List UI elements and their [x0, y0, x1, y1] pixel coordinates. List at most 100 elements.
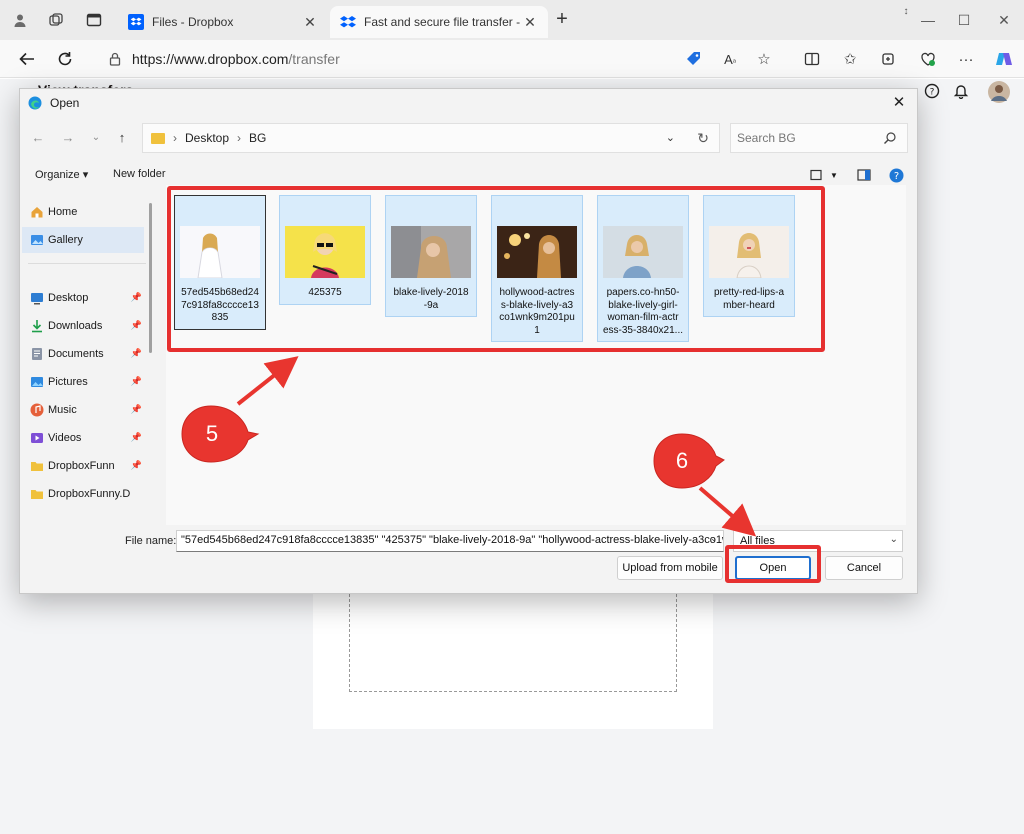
sidebar-item-label: Gallery [48, 234, 83, 246]
up-icon[interactable]: ↑ [112, 127, 132, 147]
sidebar-item-home[interactable]: Home [22, 199, 144, 225]
cancel-button[interactable]: Cancel [825, 556, 903, 580]
folder-icon [31, 462, 43, 471]
pin-icon: 📌 [130, 432, 142, 442]
resize-icon: ↕ [903, 6, 909, 17]
documents-icon [32, 348, 42, 360]
home-icon [31, 207, 43, 218]
pin-icon: 📌 [130, 376, 142, 386]
favorites-icon[interactable]: ✩ [840, 49, 860, 69]
close-tab-icon[interactable]: ✕ [302, 14, 318, 31]
sidebar-item-label: Documents [48, 348, 104, 360]
copilot-icon[interactable] [994, 49, 1014, 69]
favorite-star-icon[interactable]: ☆ [754, 49, 774, 69]
workspaces-icon[interactable] [46, 10, 66, 30]
more-icon[interactable]: ··· [956, 49, 976, 69]
sidebar-item-label: Desktop [48, 292, 89, 304]
back-icon[interactable] [16, 48, 38, 70]
new-tab-button[interactable]: + [552, 9, 572, 30]
pin-icon: 📌 [130, 348, 142, 358]
close-window-button[interactable]: ✕ [994, 10, 1014, 30]
dialog-title: Open [50, 96, 80, 110]
browser-tab-bar: Files - Dropbox ✕ Fast and secure file t… [0, 0, 1024, 40]
files-highlight-box [167, 186, 825, 352]
help-icon[interactable]: ? [888, 167, 904, 183]
upload-card [313, 594, 713, 729]
videos-icon [31, 433, 43, 443]
preview-pane-icon[interactable] [856, 167, 872, 183]
address-bar: https://www.dropbox.com/transfer Aₐ ☆ ✩ … [0, 40, 1024, 78]
organize-button[interactable]: Organize ▾ [35, 168, 88, 181]
split-screen-icon[interactable] [802, 49, 822, 69]
gallery-icon [31, 235, 43, 245]
svg-text:?: ? [893, 171, 898, 182]
url-host: https://www.dropbox.com [132, 51, 289, 67]
browser-essentials-icon[interactable] [918, 49, 938, 69]
navigation-pane: Home Gallery Desktop 📌 Downloads 📌 Docum… [20, 193, 156, 525]
sidebar-item-documents[interactable]: Documents 📌 [22, 341, 144, 367]
url-path: /transfer [288, 51, 340, 67]
upload-from-mobile-button[interactable]: Upload from mobile [617, 556, 723, 580]
url-field[interactable]: https://www.dropbox.com/transfer [108, 45, 668, 73]
tab-actions-icon[interactable] [84, 10, 104, 30]
file-name-label: File name: [125, 535, 177, 547]
sidebar-item-pictures[interactable]: Pictures 📌 [22, 369, 144, 395]
pin-icon: 📌 [130, 404, 142, 414]
edge-icon [28, 96, 42, 110]
chevron-down-icon[interactable]: ⌄ [666, 131, 675, 144]
refresh-icon[interactable] [54, 48, 76, 70]
sidebar-item-dropboxfunny-2[interactable]: DropboxFunny.D [22, 481, 144, 507]
view-options-icon[interactable] [808, 167, 824, 183]
avatar[interactable] [988, 81, 1010, 106]
sidebar-item-label: DropboxFunn [48, 460, 115, 472]
chevron-down-icon[interactable]: ⌄ [710, 533, 718, 544]
profile-icon[interactable] [10, 10, 30, 30]
dialog-navigation: ← → ⌄ ↑ › Desktop › BG ⌄ ↻ Search BG [20, 121, 917, 155]
open-file-dialog: Open ✕ ← → ⌄ ↑ › Desktop › BG ⌄ ↻ Search… [19, 88, 918, 594]
sidebar-item-downloads[interactable]: Downloads 📌 [22, 313, 144, 339]
dialog-close-button[interactable]: ✕ [889, 93, 909, 113]
minimize-button[interactable]: — [918, 10, 938, 30]
sidebar-item-videos[interactable]: Videos 📌 [22, 425, 144, 451]
sidebar-item-desktop[interactable]: Desktop 📌 [22, 285, 144, 311]
chevron-right-icon: › [237, 131, 242, 145]
sidebar-scrollbar[interactable] [149, 203, 152, 353]
maximize-button[interactable]: ☐ [954, 10, 974, 30]
folder-icon [31, 490, 43, 499]
chevron-down-icon[interactable]: ▼ [826, 167, 842, 183]
search-input[interactable]: Search BG [730, 123, 908, 153]
step-5-label: 5 [205, 421, 219, 446]
folder-icon [151, 132, 165, 144]
close-tab-icon[interactable]: ✕ [522, 14, 538, 31]
dropbox-icon [340, 16, 356, 28]
drop-zone[interactable] [349, 594, 677, 692]
pin-icon: 📌 [130, 292, 142, 302]
tab-file-transfer[interactable]: Fast and secure file transfer - Dro ✕ [330, 6, 548, 38]
breadcrumb-desktop[interactable]: Desktop [185, 131, 229, 145]
pin-icon: 📌 [130, 320, 142, 330]
bell-icon[interactable] [953, 83, 969, 102]
path-bar[interactable]: › Desktop › BG ⌄ ↻ [142, 123, 720, 153]
command-bar: Organize ▾ New folder ▼ ? [20, 165, 917, 187]
sidebar-item-label: Videos [48, 432, 82, 444]
recent-locations-icon[interactable]: ⌄ [86, 127, 106, 147]
forward-icon[interactable]: → [58, 127, 78, 147]
new-folder-button[interactable]: New folder [113, 168, 166, 180]
refresh-icon[interactable]: ↻ [697, 130, 709, 147]
pictures-icon [31, 377, 43, 387]
file-name-input[interactable]: "57ed545b68ed247c918fa8cccce13835" "4253… [176, 530, 724, 552]
open-highlight-box [725, 545, 821, 583]
tag-icon[interactable] [684, 49, 704, 69]
help-icon[interactable]: ? [924, 83, 940, 102]
sidebar-item-music[interactable]: Music 📌 [22, 397, 144, 423]
sidebar-item-dropboxfunny-1[interactable]: DropboxFunn 📌 [22, 453, 144, 479]
read-aloud-icon[interactable]: Aₐ [720, 49, 740, 69]
tab-files-dropbox[interactable]: Files - Dropbox ✕ [118, 6, 328, 38]
breadcrumb-bg[interactable]: BG [249, 131, 266, 145]
tab-title: Fast and secure file transfer - Dro [364, 15, 522, 29]
search-placeholder: Search BG [737, 131, 796, 145]
sidebar-item-gallery[interactable]: Gallery [22, 227, 144, 253]
sidebar-divider [28, 263, 146, 264]
back-icon[interactable]: ← [28, 127, 48, 147]
collections-icon[interactable] [878, 49, 898, 69]
